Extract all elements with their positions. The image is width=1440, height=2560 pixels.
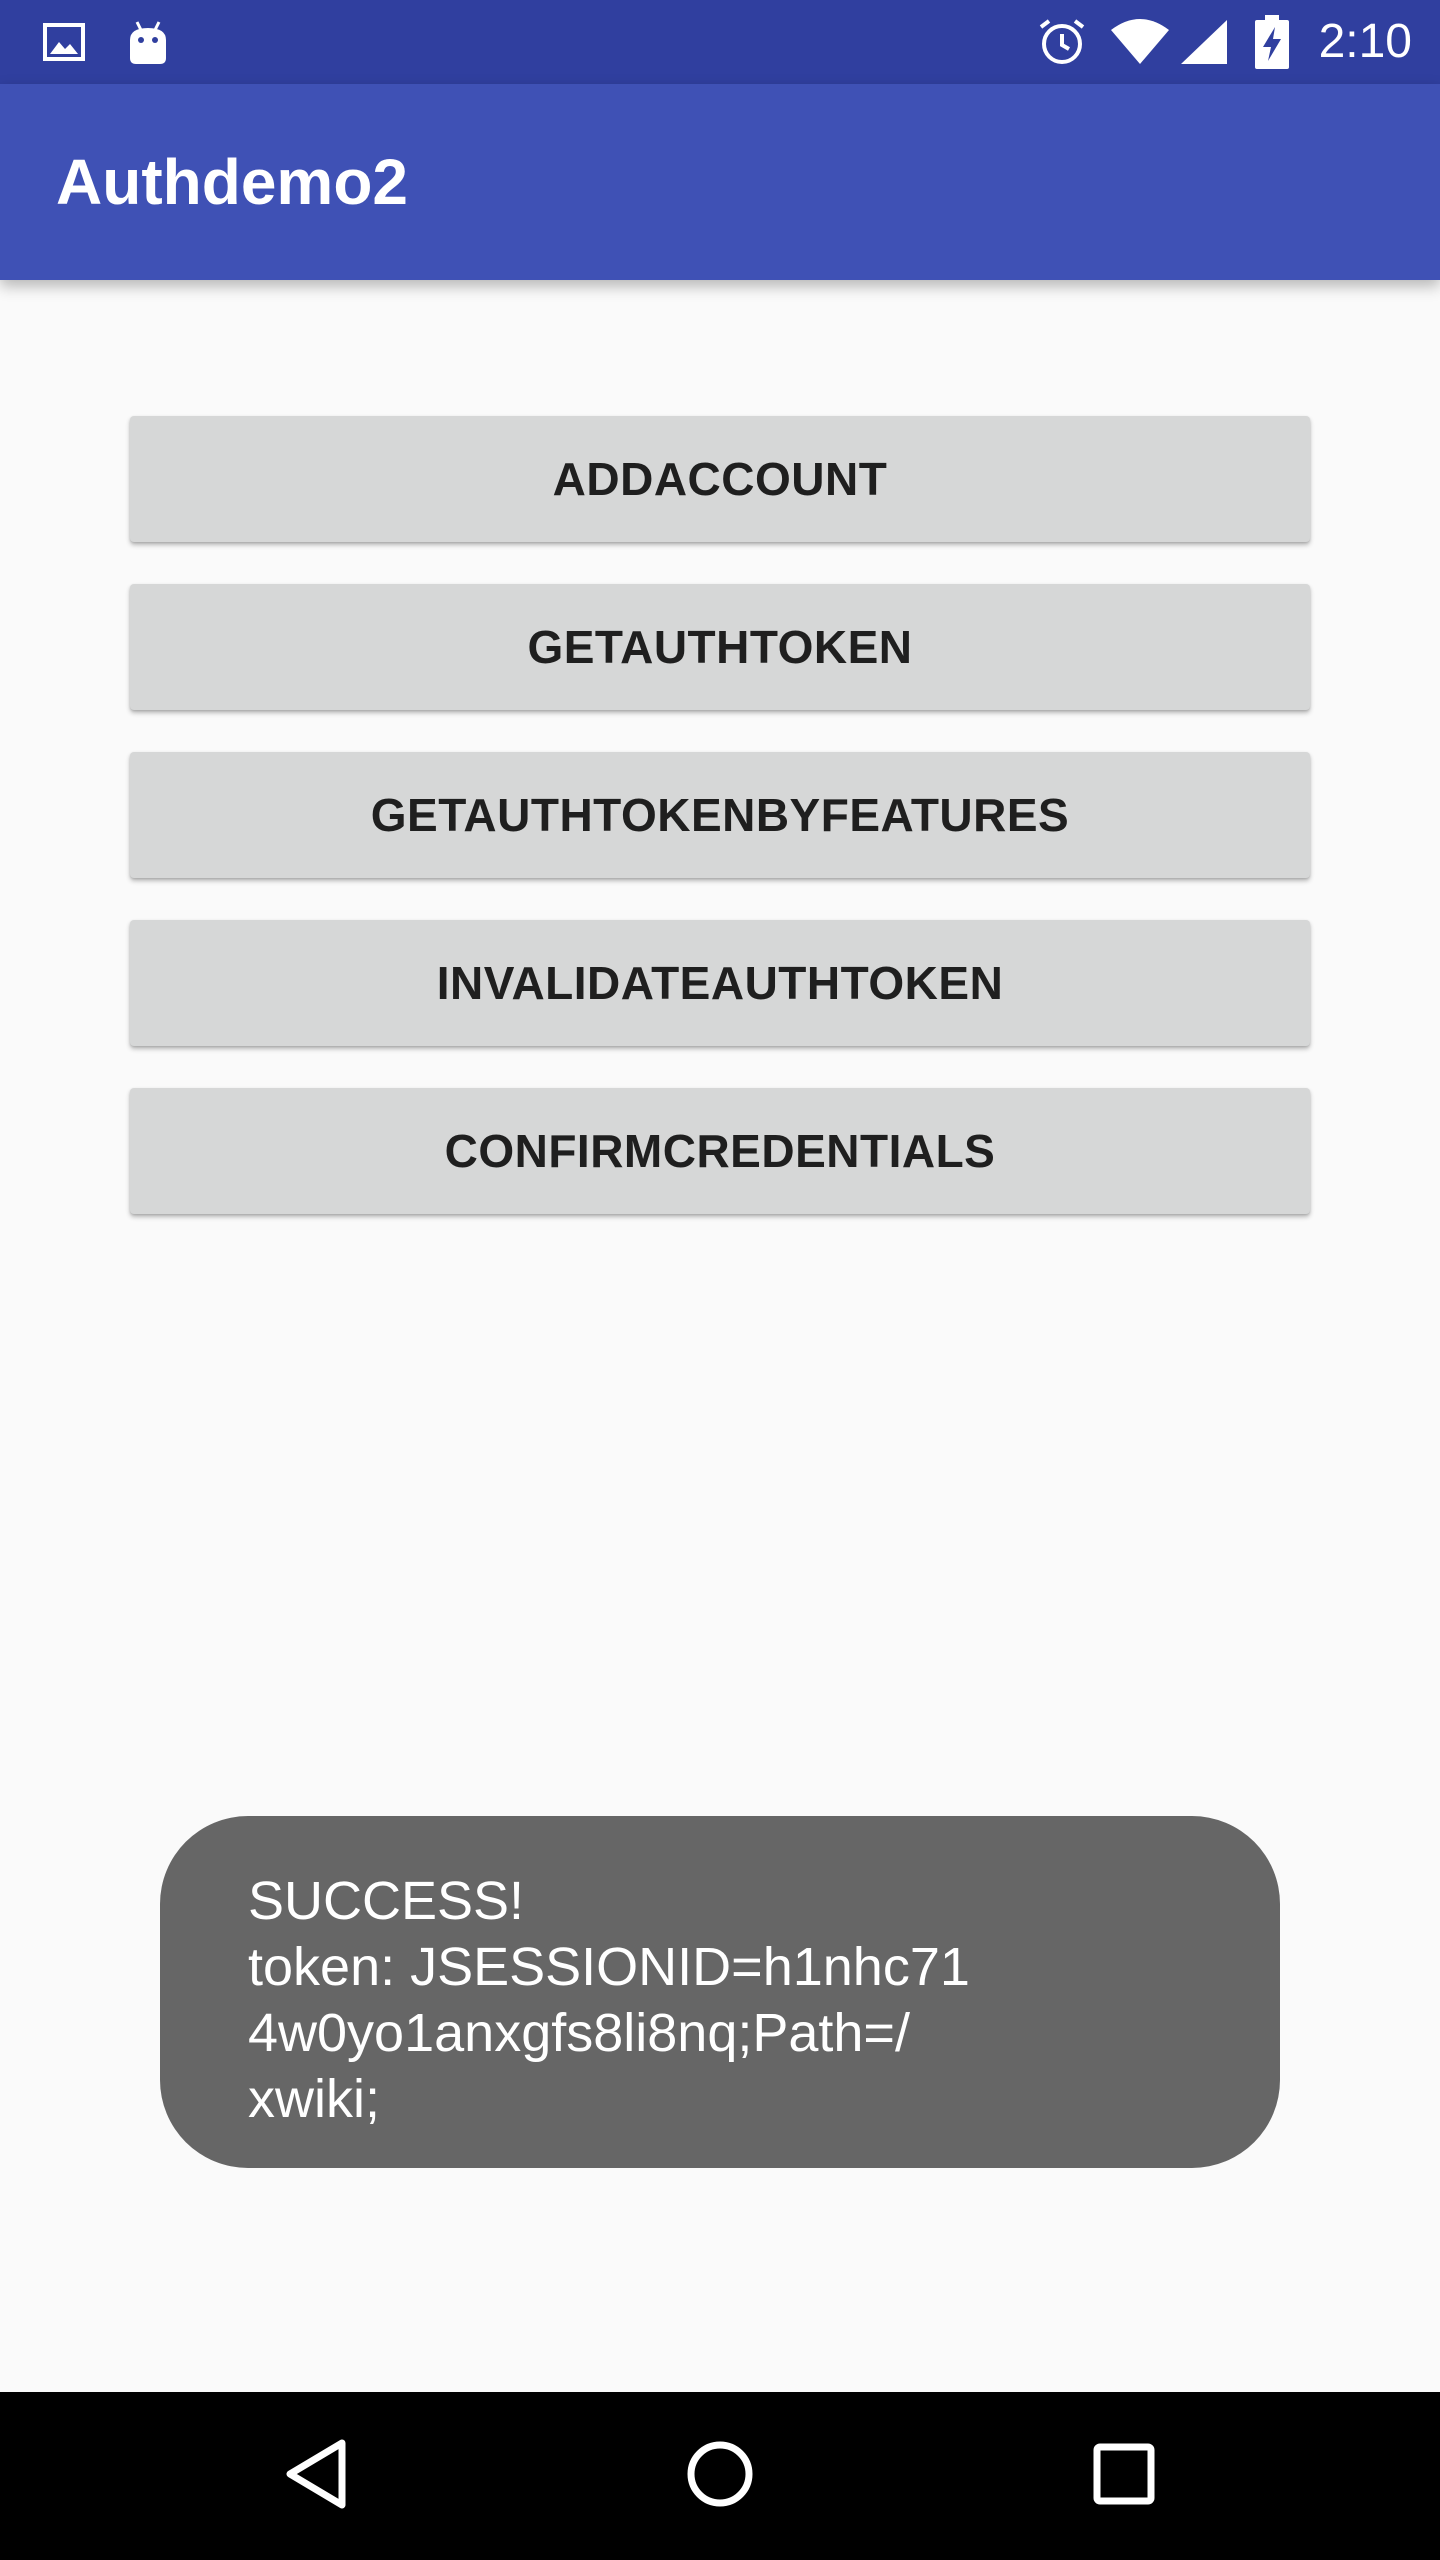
get-auth-token-by-features-button[interactable]: GETAUTHTOKENBYFEATURES xyxy=(130,752,1310,878)
toast-line: 4w0yo1anxgfs8li8nq;Path=/ xyxy=(248,2003,910,2063)
toast-line: SUCCESS! xyxy=(248,1871,525,1931)
status-bar: 2:10 xyxy=(0,0,1440,84)
invalidate-auth-token-button[interactable]: INVALIDATEAUTHTOKEN xyxy=(130,920,1310,1046)
android-icon xyxy=(122,0,174,84)
image-icon xyxy=(36,0,92,84)
toast-message: SUCCESS! token: JSESSIONID=h1nhc71 4w0yo… xyxy=(160,1816,1280,2168)
signal-icon xyxy=(1176,0,1232,84)
home-button[interactable] xyxy=(620,2392,820,2560)
app-title: Authdemo2 xyxy=(56,146,408,218)
get-auth-token-button[interactable]: GETAUTHTOKEN xyxy=(130,584,1310,710)
back-button[interactable] xyxy=(216,2392,416,2560)
battery-charging-icon xyxy=(1248,0,1296,84)
add-account-button[interactable]: ADDACCOUNT xyxy=(130,416,1310,542)
recents-button[interactable] xyxy=(1024,2392,1224,2560)
wifi-icon xyxy=(1108,0,1172,84)
navigation-bar xyxy=(0,2392,1440,2560)
confirm-credentials-button[interactable]: CONFIRMCREDENTIALS xyxy=(130,1088,1310,1214)
screen: 2:10 Authdemo2 ADDACCOUNT GETAUTHTOKEN G… xyxy=(0,0,1440,2560)
status-time: 2:10 xyxy=(1318,15,1412,68)
recents-icon xyxy=(1092,2442,1156,2511)
back-icon xyxy=(284,2439,348,2514)
home-icon xyxy=(685,2439,755,2514)
alarm-icon xyxy=(1034,0,1090,84)
toast-line: xwiki; xyxy=(248,2069,380,2129)
app-bar: Authdemo2 xyxy=(0,84,1440,280)
toast-line: token: JSESSIONID=h1nhc71 xyxy=(248,1937,970,1997)
